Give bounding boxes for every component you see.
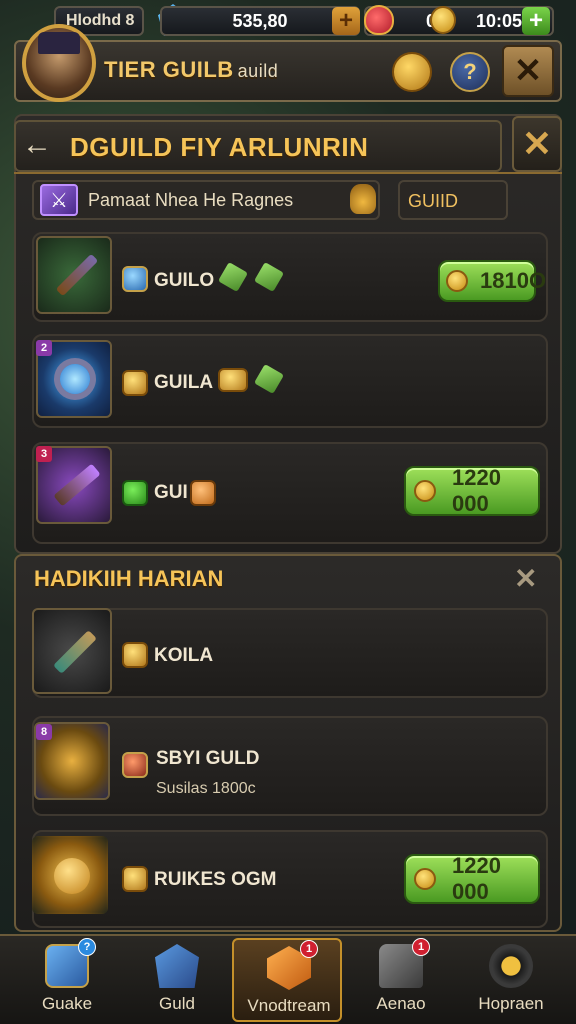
divider	[14, 172, 562, 174]
price-value: 1220 000	[452, 853, 501, 904]
red-emblem-icon	[122, 752, 148, 778]
panel2-title: HADIKIIH HARIAN	[34, 566, 224, 591]
panel2-close-button[interactable]: ✕	[514, 562, 537, 595]
nav-label: Guake	[41, 994, 93, 1013]
green-gem-icon	[122, 480, 148, 506]
chest-icon[interactable]	[392, 52, 432, 92]
nav-item-guld[interactable]: Guld	[122, 938, 232, 1022]
crystal-icon	[122, 266, 148, 292]
rarity-badge: 8	[36, 724, 52, 740]
panel-close-button[interactable]: ✕	[512, 116, 562, 172]
rarity-badge: 2	[36, 340, 52, 356]
sword-item-icon	[36, 236, 112, 314]
heart-icon	[364, 5, 394, 35]
filter-text: Pamaat Nhea He Ragnes	[88, 190, 294, 210]
mascot-item-icon	[32, 836, 108, 914]
player-name: Hlodhd 8	[66, 12, 135, 29]
hammer-item-icon	[32, 608, 112, 694]
nav-badge: ?	[78, 938, 96, 956]
price-value: 1810O	[480, 268, 547, 293]
gold-emblem-icon	[122, 866, 148, 892]
nav-label: Vnodtream	[247, 996, 331, 1015]
nav-label: Hopraen	[478, 994, 544, 1013]
nav-badge: 1	[300, 940, 318, 958]
item-label: KOILA	[154, 645, 214, 666]
coin-icon	[414, 480, 436, 502]
player-avatar[interactable]	[22, 24, 96, 102]
add-gems-button[interactable]: +	[332, 7, 360, 35]
swords-icon: ⚔	[40, 184, 78, 216]
nav-label: Aenao	[376, 994, 426, 1013]
nav-item-guake[interactable]: ? Guake	[12, 938, 122, 1022]
rarity-badge: 3	[36, 446, 52, 462]
header-title: TIER GUILB auild	[104, 57, 278, 83]
back-arrow-icon[interactable]: ←	[22, 128, 52, 162]
header-close-button[interactable]: ✕	[502, 45, 554, 97]
item-sublabel: Susilas 1800c	[156, 780, 256, 797]
guild-filter-button[interactable]: GUIID	[398, 180, 508, 220]
star-shield-icon	[155, 944, 199, 988]
add-gold-button[interactable]: +	[522, 7, 550, 35]
coin-bag-icon[interactable]	[350, 184, 376, 214]
gold-shield-icon	[122, 370, 148, 396]
gold-emblem-icon	[122, 642, 148, 668]
nav-item-aenao[interactable]: 1 Aenao	[346, 938, 456, 1022]
nav-item-vnodtream[interactable]: 1 Vnodtream	[232, 938, 342, 1022]
ring-icon	[489, 944, 533, 988]
info-button[interactable]: ?	[450, 52, 490, 92]
nav-label: Guld	[159, 994, 195, 1013]
panel-title: DGUILD FIY ARLUNRIN	[70, 132, 369, 162]
nav-badge: 1	[412, 938, 430, 956]
price-value: 1220 000	[452, 465, 501, 516]
item-label: SBYI GULD	[156, 748, 260, 769]
header-subtitle: auild	[237, 61, 279, 81]
gold-bar-icon	[218, 368, 248, 392]
item-label: GUILO	[154, 270, 215, 291]
gem-counter: 535,80	[160, 6, 360, 36]
item-label: GUILA	[154, 372, 214, 393]
coin-icon	[446, 270, 468, 292]
gold-count: 10:05	[476, 10, 523, 31]
resource-bar: Hlodhd 8 535,80 + 0 10:05 +	[0, 0, 576, 40]
coin-icon	[414, 868, 436, 890]
gold-coin-icon	[430, 6, 456, 34]
gem-count: 535,80	[232, 10, 288, 31]
shield-icon	[190, 480, 216, 506]
nav-item-hopraen[interactable]: Hopraen	[456, 938, 566, 1022]
item-label: GUI	[154, 482, 188, 503]
header-title-text: TIER GUILB	[104, 57, 234, 82]
item-label: RUIKES OGM	[154, 869, 277, 890]
